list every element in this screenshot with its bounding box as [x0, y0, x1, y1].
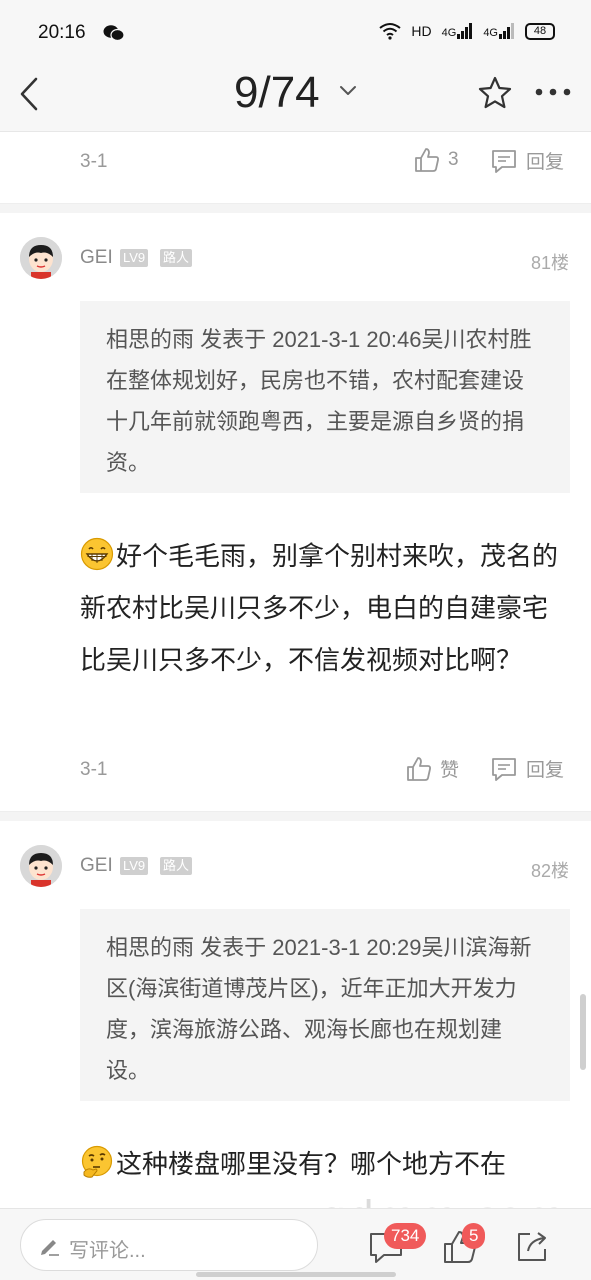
thumbs-up-icon — [415, 148, 439, 172]
post-body-text: 这种楼盘哪里没有？哪个地方不在 — [116, 1149, 507, 1179]
more-options-icon[interactable] — [533, 80, 573, 104]
avatar[interactable] — [20, 237, 62, 279]
post-body-text: 好个毛毛雨，别拿个别村来吹，茂名的新农村比吴川只多不少，电白的自建豪宅比吴川只多… — [80, 541, 559, 675]
user-name[interactable]: GEI — [80, 855, 113, 877]
battery-icon: 48 — [525, 22, 555, 40]
post-body: 好个毛毛雨，别拿个别村来吹，茂名的新农村比吴川只多不少，电白的自建豪宅比吴川只多… — [80, 530, 560, 686]
wifi-icon — [379, 23, 402, 40]
post-body: 这种楼盘哪里没有？哪个地方不在 — [80, 1138, 560, 1190]
post-separator — [0, 811, 591, 821]
like-button[interactable]: 赞 — [406, 755, 459, 782]
comment-icon — [492, 149, 516, 173]
thinking-emoji-icon — [81, 1145, 113, 1178]
avatar-image — [20, 237, 62, 279]
like-count-badge: 5 — [462, 1223, 486, 1249]
reply-button[interactable]: 回复 — [490, 147, 564, 174]
quote-text: 相思的雨 发表于 2021-3-1 20:46吴川农村胜在整体规划好，民房也不错… — [106, 327, 532, 475]
avatar[interactable] — [20, 845, 62, 887]
like-button[interactable]: 3 — [414, 147, 459, 173]
share-icon[interactable] — [514, 1229, 550, 1265]
reply-button[interactable]: 回复 — [490, 755, 564, 782]
network-label: HD — [411, 23, 432, 39]
quote-text: 相思的雨 发表于 2021-3-1 20:29吴川滨海新区(海滨街道博茂片区)，… — [106, 935, 532, 1083]
comment-icon — [492, 757, 516, 781]
grinning-emoji-icon — [80, 537, 114, 571]
previous-post-actions: 3-1 3 回复 — [0, 133, 591, 193]
wechat-icon — [103, 25, 125, 42]
floor-number: 81楼 — [530, 253, 569, 273]
level-badge: LV9 — [120, 857, 149, 875]
level-badge: LV9 — [120, 249, 149, 267]
post-header: GEI LV9 路人 82楼 — [0, 845, 591, 895]
signal-1: 4G — [442, 23, 474, 39]
status-time: 20:16 — [38, 22, 86, 43]
post-actions: 3-1 赞 回复 — [0, 741, 591, 801]
post-header: GEI LV9 路人 81楼 — [0, 237, 591, 287]
thumbs-up-icon — [407, 756, 431, 781]
nav-bar: 9/74 — [0, 58, 591, 132]
favorite-star-icon[interactable] — [477, 75, 513, 111]
page-indicator[interactable]: 9/74 — [234, 68, 320, 118]
comment-input[interactable]: 写评论... — [20, 1219, 318, 1271]
post-date: 3-1 — [80, 759, 108, 780]
comment-count-badge: 734 — [384, 1223, 427, 1249]
back-arrow-icon[interactable] — [14, 74, 46, 114]
like-count: 3 — [448, 149, 459, 170]
home-indicator[interactable] — [196, 1272, 396, 1277]
role-badge: 路人 — [160, 249, 193, 267]
comment-placeholder: 写评论... — [69, 1240, 146, 1262]
scrollbar[interactable] — [580, 994, 586, 1070]
signal-bars-icon — [499, 23, 514, 39]
post-date: 3-1 — [80, 151, 108, 172]
avatar-image — [20, 845, 62, 887]
status-icons: HD 4G 4G 48 — [379, 22, 555, 40]
bottom-bar: 写评论... 734 5 — [0, 1208, 591, 1280]
post-separator — [0, 203, 591, 213]
like-label: 赞 — [440, 760, 460, 781]
user-name[interactable]: GEI — [80, 247, 113, 269]
reply-label: 回复 — [526, 152, 565, 173]
signal-bars-icon — [457, 23, 473, 39]
reply-label: 回复 — [526, 760, 565, 781]
quote-block: 相思的雨 发表于 2021-3-1 20:46吴川农村胜在整体规划好，民房也不错… — [80, 301, 570, 493]
pencil-icon — [41, 1240, 59, 1256]
role-badge: 路人 — [160, 857, 193, 875]
floor-number: 82楼 — [530, 861, 569, 881]
chevron-down-icon[interactable] — [338, 82, 358, 98]
quote-block: 相思的雨 发表于 2021-3-1 20:29吴川滨海新区(海滨街道博茂片区)，… — [80, 909, 570, 1101]
signal-2: 4G — [483, 23, 515, 39]
